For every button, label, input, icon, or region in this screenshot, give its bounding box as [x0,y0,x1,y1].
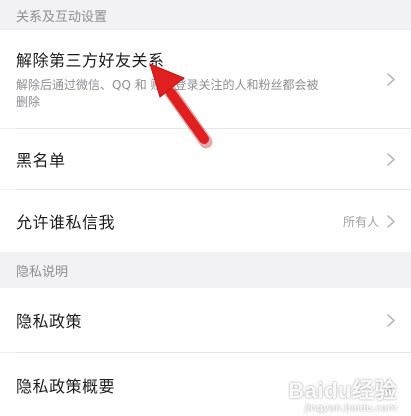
privacy-policy-row[interactable]: 隐私政策 [0,288,411,352]
unlink-third-party-label: 解除第三方好友关系 [16,51,165,70]
dm-permission-label: 允许谁私信我 [16,213,116,232]
baidu-watermark: Baidu经验 jingyan.baidu.com [288,373,397,414]
privacy-policy-label: 隐私政策 [16,312,83,331]
privacy-settings-page: 关系及互动设置 解除第三方好友关系 解除后通过微信、QQ 和 账号登录关注的人和… [0,0,411,416]
chevron-right-icon [387,313,395,327]
section-header-privacy: 隐私说明 [0,252,411,288]
unlink-third-party-row[interactable]: 解除第三方好友关系 解除后通过微信、QQ 和 账号登录关注的人和粉丝都会被删除 [0,30,411,128]
unlink-third-party-desc: 解除后通过微信、QQ 和 账号登录关注的人和粉丝都会被删除 [16,78,319,109]
chevron-right-icon [387,152,395,166]
chevron-right-icon [387,72,395,86]
dm-permission-row[interactable]: 允许谁私信我 所有人 [0,190,411,252]
chevron-right-icon [387,214,395,228]
watermark-logo: Baidu经验 [288,378,397,403]
section-title-privacy: 隐私说明 [16,264,69,280]
section-title-interaction: 关系及互动设置 [16,9,108,25]
blacklist-label: 黑名单 [16,151,66,170]
watermark-url: jingyan.baidu.com [304,403,397,414]
dm-permission-value: 所有人 [342,214,379,229]
section-header-interaction: 关系及互动设置 [0,0,411,30]
blacklist-row[interactable]: 黑名单 [0,129,411,189]
